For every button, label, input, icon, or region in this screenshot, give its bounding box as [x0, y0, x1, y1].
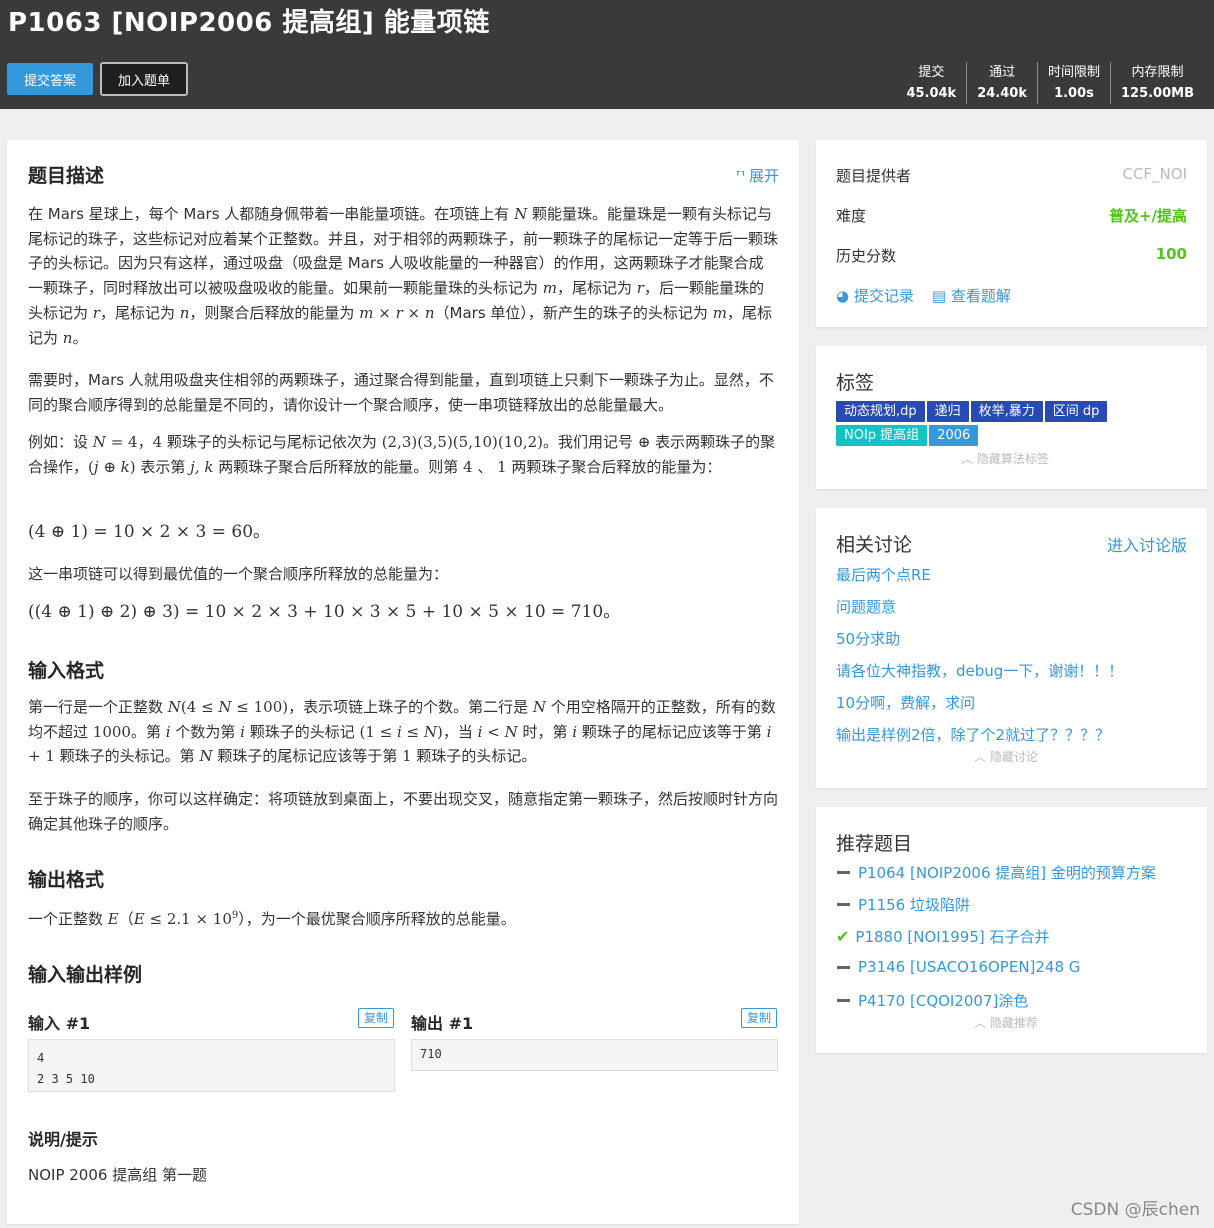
- tag-dp[interactable]: 动态规划,dp: [836, 401, 925, 422]
- expand-icon: ⸢⸣: [736, 170, 745, 185]
- description-paragraph-2: 需要时，Mars 人就用吸盘夹住相邻的两颗珠子，通过聚合得到能量，直到项链上只剩…: [28, 371, 774, 414]
- description-paragraph-3: 例如：设 N = 4，4 颗珠子的头标记与尾标记依次为 (2,3)(3,5)(5…: [28, 433, 776, 476]
- output-format-heading: 输出格式: [28, 869, 105, 891]
- hint-heading: 说明/提示: [28, 1130, 98, 1149]
- submit-answer-button[interactable]: 提交答案: [7, 63, 93, 95]
- info-links: ◕ 提交记录 ▤ 查看题解: [836, 285, 1187, 306]
- tags-heading: 标签: [836, 372, 875, 394]
- stat-accepted: 通过 24.40k: [966, 62, 1037, 104]
- stat-memory-limit: 内存限制 125.00MB: [1109, 62, 1204, 104]
- pie-chart-icon: ◕: [836, 287, 850, 305]
- view-solutions-link[interactable]: ▤ 查看题解: [932, 285, 1011, 306]
- output-format-paragraph: 一个正整数 E（E ≤ 2.1 × 109），为一个最优聚合顺序所释放的总能量。: [28, 910, 516, 928]
- add-to-list-button[interactable]: 加入题单: [100, 62, 188, 96]
- tag-interval-dp[interactable]: 区间 dp: [1044, 401, 1108, 422]
- tags-card: 标签 动态规划,dp 递归 枚举,暴力 区间 dp NOIp 提高组 2006 ︿ 隐藏算…: [816, 346, 1207, 489]
- watermark: CSDN @辰chen: [1070, 1200, 1200, 1220]
- chevron-up-icon: ︿: [974, 750, 987, 764]
- sample-output-box[interactable]: 710: [411, 1039, 778, 1071]
- difficulty-row: 难度 普及+/提高: [836, 207, 1187, 225]
- chevron-up-icon: ︿: [974, 1016, 987, 1030]
- tag-noip-advanced[interactable]: NOIp 提高组: [836, 425, 928, 446]
- recommended-heading: 推荐题目: [836, 833, 913, 855]
- samples-heading: 输入输出样例: [28, 964, 143, 986]
- discussion-item[interactable]: 输出是样例2倍，除了个2就过了？？？？: [836, 724, 1110, 745]
- recommended-item[interactable]: ✔ P1880 [NOI1995] 石子合并: [836, 926, 1050, 947]
- input-format-paragraph-1: 第一行是一个正整数 N(4 ≤ N ≤ 100)，表示项链上珠子的个数。第二行是…: [28, 698, 776, 766]
- discussion-item[interactable]: 请各位大神指教，debug一下，谢谢！！！: [836, 660, 1123, 681]
- problem-title: P1063 [NOIP2006 提高组] 能量项链: [8, 8, 490, 38]
- provider-name[interactable]: CCF_NOI: [1122, 165, 1187, 186]
- stat-time-limit: 时间限制 1.00s: [1036, 62, 1110, 104]
- description-paragraph-1: 在 Mars 星球上，每个 Mars 人都随身佩带着一串能量项链。在项链上有 N…: [28, 205, 779, 347]
- example-formula-1: (4 ⊕ 1) = 10 × 2 × 3 = 60。: [28, 522, 271, 542]
- enter-forum-link[interactable]: 进入讨论版: [1107, 532, 1187, 556]
- recommended-card: 推荐题目 P1064 [NOIP2006 提高组] 金明的预算方案 P1156 …: [816, 807, 1207, 1053]
- description-heading: 题目描述: [28, 165, 105, 187]
- submission-records-link[interactable]: ◕ 提交记录: [836, 285, 914, 306]
- dash-icon: [837, 903, 850, 906]
- description-paragraph-4: 这一串项链可以得到最优值的一个聚合顺序所释放的总能量为：: [28, 565, 449, 583]
- recommended-item[interactable]: P3146 [USACO16OPEN]248 G: [836, 958, 1080, 976]
- sample-input-label: 输入 #1: [28, 1014, 91, 1033]
- copy-input-button[interactable]: 复制: [358, 1008, 394, 1028]
- difficulty-value: 普及+/提高: [1108, 207, 1187, 225]
- discussion-heading: 相关讨论: [836, 534, 913, 556]
- input-format-heading: 输入格式: [28, 660, 105, 682]
- sample-input-box[interactable]: 4 2 3 5 10: [28, 1039, 395, 1092]
- input-format-paragraph-2: 至于珠子的顺序，你可以这样确定：将项链放到桌面上，不要出现交叉，随意指定第一颗珠…: [28, 790, 779, 833]
- dash-icon: [837, 871, 850, 874]
- hint-text: NOIP 2006 提高组 第一题: [28, 1166, 207, 1184]
- score-row: 历史分数 100: [836, 245, 1187, 265]
- expand-button[interactable]: ⸢⸣ 展开: [736, 165, 779, 186]
- discussion-item[interactable]: 最后两个点RE: [836, 564, 931, 585]
- recommended-item[interactable]: P1156 垃圾陷阱: [836, 894, 970, 915]
- problem-statement-card: 题目描述 ⸢⸣ 展开 在 Mars 星球上，每个 Mars 人都随身佩带着一串能…: [7, 140, 799, 1224]
- recommended-item[interactable]: P1064 [NOIP2006 提高组] 金明的预算方案: [836, 862, 1156, 883]
- hide-discussion-toggle[interactable]: ︿ 隐藏讨论: [974, 748, 1038, 765]
- discussion-item[interactable]: 50分求助: [836, 628, 900, 649]
- tag-year-2006[interactable]: 2006: [929, 425, 979, 446]
- hide-recommended-toggle[interactable]: ︿ 隐藏推荐: [974, 1014, 1038, 1031]
- problem-stats: 提交 45.04k 通过 24.40k 时间限制 1.00s 内存限制 125.…: [896, 62, 1204, 104]
- discussion-item[interactable]: 10分啊，费解，求问: [836, 692, 975, 713]
- example-formula-2: ((4 ⊕ 1) ⊕ 2) ⊕ 3) = 10 × 2 × 3 + 10 × 3…: [28, 602, 621, 622]
- dash-icon: [837, 965, 850, 969]
- hide-tags-toggle[interactable]: ︿ 隐藏算法标签: [961, 450, 1049, 467]
- discussion-card: 相关讨论 进入讨论版 最后两个点RE 问题题意 50分求助 请各位大神指教，de…: [816, 508, 1207, 788]
- recommended-item[interactable]: P4170 [CQOI2007]涂色: [836, 990, 1028, 1011]
- tag-recursion[interactable]: 递归: [926, 401, 969, 422]
- sample-output-label: 输出 #1: [411, 1014, 474, 1033]
- problem-info-card: 题目提供者 CCF_NOI 难度 普及+/提高 历史分数 100 ◕ 提交记录 …: [816, 140, 1207, 327]
- provider-row: 题目提供者 CCF_NOI: [836, 165, 1187, 186]
- tag-brute-force[interactable]: 枚举,暴力: [970, 401, 1043, 422]
- chevron-up-icon: ︿: [961, 452, 974, 466]
- stat-submissions: 提交 45.04k: [906, 65, 957, 101]
- discussion-item[interactable]: 问题题意: [836, 596, 896, 617]
- check-icon: ✔: [836, 927, 850, 946]
- book-icon: ▤: [931, 287, 947, 305]
- score-value: 100: [1155, 245, 1187, 263]
- problem-header: P1063 [NOIP2006 提高组] 能量项链 提交答案 加入题单 提交 4…: [0, 0, 1214, 109]
- dash-icon: [837, 999, 850, 1002]
- tag-list: 动态规划,dp 递归 枚举,暴力 区间 dp NOIp 提高组 2006: [836, 401, 1166, 449]
- copy-output-button[interactable]: 复制: [741, 1008, 777, 1028]
